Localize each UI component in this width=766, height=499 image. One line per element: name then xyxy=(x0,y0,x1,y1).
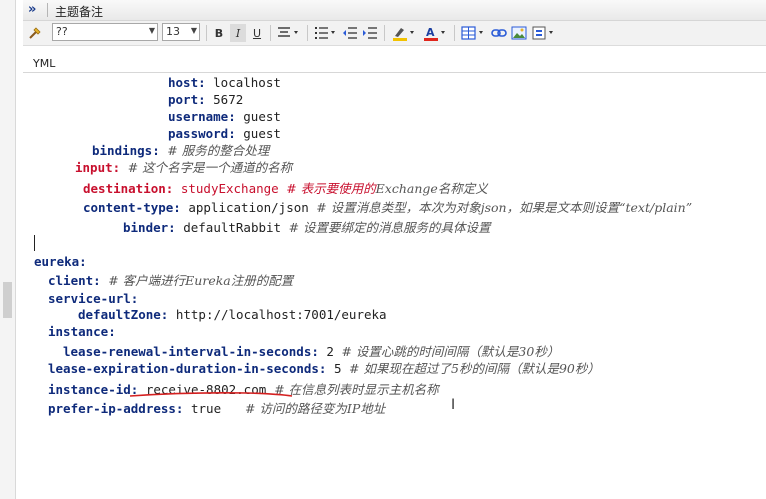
code-token: password: xyxy=(168,126,244,141)
code-token: Exchange名称定义 xyxy=(375,181,488,196)
code-token: eureka: xyxy=(34,254,87,269)
code-token: # 设置要绑定的消息服务的具体设置 xyxy=(288,220,491,235)
code-line: username: guest xyxy=(168,108,281,125)
code-token: 5672 xyxy=(213,92,244,107)
code-token: client: xyxy=(48,273,109,288)
code-line: lease-renewal-interval-in-seconds: 2 # 设… xyxy=(63,343,559,360)
code-token: instance: xyxy=(48,324,116,339)
red-underline-annotation xyxy=(129,392,293,397)
code-token: 5 xyxy=(333,361,350,376)
code-line: prefer-ip-address: true # 访问的路径变为IP地址 xyxy=(48,400,385,417)
text-caret xyxy=(34,235,35,251)
code-token: http://localhost:7001/eureka xyxy=(175,307,387,322)
code-token: service-url: xyxy=(48,291,139,306)
code-token: defaultRabbit xyxy=(183,220,289,235)
code-token: binder: xyxy=(123,220,184,235)
code-line: password: guest xyxy=(168,125,281,142)
code-token: application/json xyxy=(188,200,317,215)
code-token: # 表示要使用的 xyxy=(286,181,376,196)
code-token: # 服务的整合处理 xyxy=(167,143,270,158)
code-line: defaultZone: http://localhost:7001/eurek… xyxy=(78,306,387,323)
code-token: guest xyxy=(243,126,281,141)
code-token: destination: xyxy=(83,181,181,196)
code-line: bindings: # 服务的整合处理 xyxy=(92,142,269,159)
ibeam-cursor-icon: I xyxy=(451,397,456,413)
code-token: # 访问的路径变为IP地址 xyxy=(221,401,386,416)
code-token: guest xyxy=(243,109,281,124)
code-token: host: xyxy=(168,75,214,90)
code-token: # 如果现在超过了5秒的间隔（默认是90秒） xyxy=(349,361,600,376)
code-token: true xyxy=(191,401,222,416)
code-token: # 客户端进行Eureka注册的配置 xyxy=(108,273,294,288)
code-line: eureka: xyxy=(34,253,87,270)
code-token: lease-expiration-duration-in-seconds: xyxy=(48,361,334,376)
code-token: username: xyxy=(168,109,244,124)
code-line: content-type: application/json # 设置消息类型，… xyxy=(83,199,692,216)
code-line: port: 5672 xyxy=(168,91,243,108)
code-line: service-url: xyxy=(48,290,138,307)
code-line: lease-expiration-duration-in-seconds: 5 … xyxy=(48,360,600,377)
code-token: prefer-ip-address: xyxy=(48,401,191,416)
code-token: # 设置消息类型，本次为对象json，如果是文本则设置“text/plain” xyxy=(316,200,693,215)
code-token: defaultZone: xyxy=(78,307,176,322)
code-token: 2 xyxy=(326,344,342,359)
code-token: # 设置心跳的时间间隔（默认是30秒） xyxy=(341,344,560,359)
code-token: # 这个名字是一个通道的名称 xyxy=(127,160,293,175)
code-token: localhost xyxy=(213,75,281,90)
code-token: bindings: xyxy=(92,143,168,158)
code-line: destination: studyExchange # 表示要使用的Excha… xyxy=(83,180,488,197)
code-editor[interactable]: host: localhost port: 5672 username: guest… xyxy=(0,0,766,499)
code-line: input: # 这个名字是一个通道的名称 xyxy=(75,159,292,176)
code-token: content-type: xyxy=(83,200,189,215)
code-line: binder: defaultRabbit # 设置要绑定的消息服务的具体设置 xyxy=(123,219,491,236)
code-token: studyExchange xyxy=(180,181,287,196)
code-token: input: xyxy=(75,160,128,175)
code-line: instance: xyxy=(48,323,116,340)
code-line: host: localhost xyxy=(168,74,281,91)
code-token: lease-renewal-interval-in-seconds: xyxy=(63,344,327,359)
code-token: port: xyxy=(168,92,214,107)
code-line: client: # 客户端进行Eureka注册的配置 xyxy=(48,272,293,289)
